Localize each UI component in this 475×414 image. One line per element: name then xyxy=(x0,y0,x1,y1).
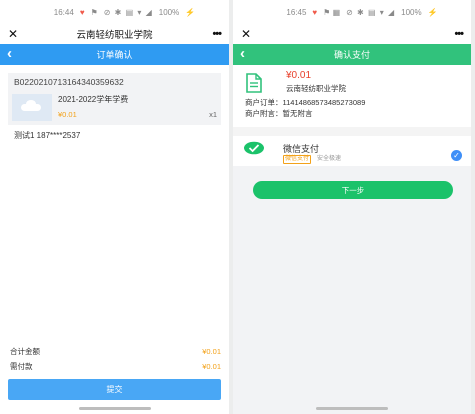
heart-icon: ♥ xyxy=(312,7,318,17)
screen-edge xyxy=(471,0,475,414)
order-summary: 合计金额 ¥0.01 需付款 ¥0.01 xyxy=(0,344,229,374)
payment-method-subtitle: 安全极速 xyxy=(317,156,342,162)
product-quantity: x1 xyxy=(209,110,217,119)
status-bar: 16:44 ♥ ⚑ ⊘ ✱ ▤ ▾ ◢ 100% ⚡ xyxy=(0,0,229,24)
contact-info: 测试1 187****2537 xyxy=(14,131,81,140)
flag-icon: ⚑ ▦ xyxy=(323,7,341,17)
document-icon xyxy=(246,73,262,93)
order-confirm-screen: 16:44 ♥ ⚑ ⊘ ✱ ▤ ▾ ◢ 100% ⚡ ✕ 云南轻纺职业学院 ••… xyxy=(0,0,229,414)
more-icon[interactable]: ••• xyxy=(445,28,464,40)
summary-label: 合计金额 xyxy=(10,347,40,356)
mini-app-titlebar: ✕ 云南轻纺职业学院 ••• xyxy=(0,24,229,44)
close-icon[interactable]: ✕ xyxy=(8,27,26,41)
payment-method-name: 微信支付 xyxy=(283,144,320,154)
summary-row-total: 合计金额 ¥0.01 xyxy=(10,344,221,359)
status-time: 16:44 xyxy=(53,7,74,17)
charging-icon: ⚡ xyxy=(427,7,438,17)
nav-bar: ‹ 确认支付 xyxy=(233,44,471,65)
product-price: ¥0.01 xyxy=(58,110,77,119)
payment-amount: ¥0.01 xyxy=(286,70,312,81)
home-indicator[interactable] xyxy=(78,407,151,410)
submit-button[interactable]: 提交 xyxy=(8,379,221,400)
summary-label: 需付款 xyxy=(10,362,33,371)
payment-summary: ¥0.01 云南轻纺职业学院 商户订单：114148685734852730​8… xyxy=(233,65,471,127)
payment-method-tag: 微信支付 xyxy=(283,155,312,164)
heart-icon: ♥ xyxy=(79,7,85,17)
charging-icon: ⚡ xyxy=(185,7,196,17)
signal-icons: ⊘ ✱ ▤ ▾ ◢ xyxy=(103,7,153,17)
wechat-pay-icon xyxy=(244,141,264,155)
section-gap xyxy=(233,127,471,136)
summary-row-payable: 需付款 ¥0.01 xyxy=(10,359,221,374)
back-icon[interactable]: ‹ xyxy=(240,46,245,62)
summary-amount: ¥0.01 xyxy=(202,347,221,356)
summary-amount: ¥0.01 xyxy=(202,362,221,371)
signal-icons: ⊘ ✱ ▤ ▾ ◢ xyxy=(346,7,396,17)
payment-confirm-screen: 16:45 ♥ ⚑ ▦ ⊘ ✱ ▤ ▾ ◢ 100% ⚡ ✕ ••• ‹ 确认支… xyxy=(233,0,471,414)
status-time: 16:45 xyxy=(286,7,307,17)
flag-icon: ⚑ xyxy=(90,7,98,17)
merchant-note: 商户附言：暂无附言 xyxy=(245,109,313,118)
status-battery: 100% xyxy=(401,7,422,17)
status-battery: 100% xyxy=(158,7,180,17)
nav-bar: ‹ 订单确认 xyxy=(0,44,229,65)
back-icon[interactable]: ‹ xyxy=(7,46,12,62)
page-title: 确认支付 xyxy=(333,50,370,60)
mini-app-titlebar: ✕ ••• xyxy=(233,24,471,44)
content-background xyxy=(233,166,471,414)
app-title: 云南轻纺职业学院 xyxy=(76,30,153,41)
merchant-name: 云南轻纺职业学院 xyxy=(286,84,346,93)
more-icon[interactable]: ••• xyxy=(203,28,222,40)
payment-method-wechat[interactable]: 微信支付 微信支付 安全极速 ✓ xyxy=(233,136,471,170)
product-thumbnail xyxy=(12,94,52,121)
cloud-base xyxy=(21,104,41,111)
merchant-order: 商户订单：114148685734852730​89 xyxy=(245,98,366,107)
home-indicator[interactable] xyxy=(316,407,388,410)
product-info: 2021-2022学年学费 ¥0.01 xyxy=(52,94,209,119)
order-number: B022021071316434035963​2 xyxy=(8,73,221,91)
product-name: 2021-2022学年学费 xyxy=(58,95,129,104)
product-item: 2021-2022学年学费 ¥0.01 x1 xyxy=(8,91,221,125)
close-icon[interactable]: ✕ xyxy=(241,27,259,41)
page-title: 订单确认 xyxy=(96,50,133,60)
status-bar: 16:45 ♥ ⚑ ▦ ⊘ ✱ ▤ ▾ ◢ 100% ⚡ xyxy=(233,0,471,24)
selected-check-icon[interactable]: ✓ xyxy=(451,150,462,161)
next-step-button[interactable]: 下一步 xyxy=(253,181,453,199)
